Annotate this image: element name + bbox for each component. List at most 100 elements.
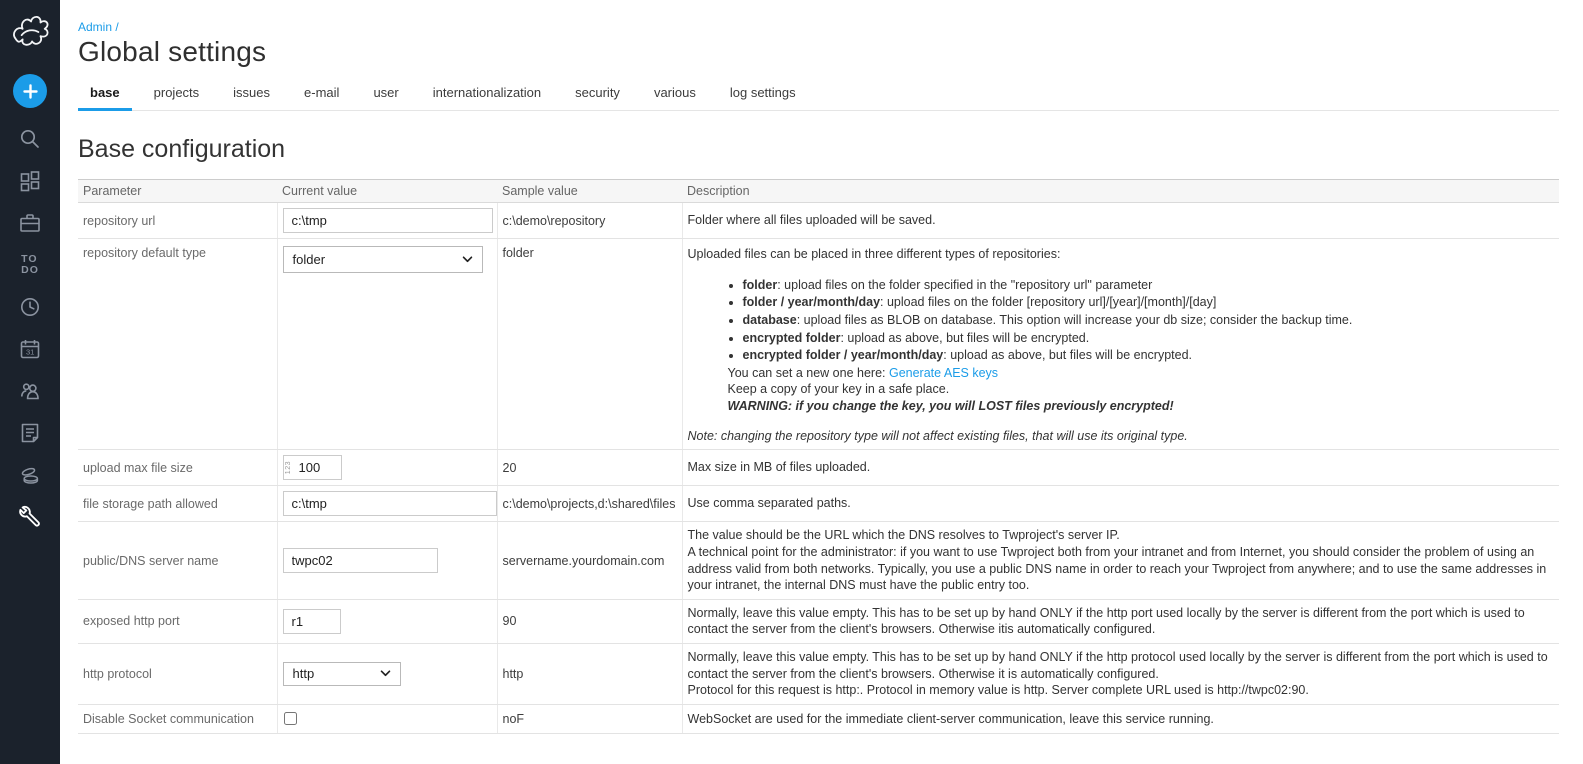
parameter-label: Disable Socket communication xyxy=(78,704,277,733)
sample-value: servername.yourdomain.com xyxy=(497,522,682,600)
current-value-cell xyxy=(277,203,497,239)
tab-base[interactable]: base xyxy=(78,78,132,111)
sidebar-item-add[interactable] xyxy=(13,74,47,108)
sample-value: noF xyxy=(497,704,682,733)
column-header: Description xyxy=(682,180,1559,203)
description-text: WebSocket are used for the immediate cli… xyxy=(688,711,1550,728)
description-text: Folder where all files uploaded will be … xyxy=(688,212,1550,229)
description-indented-lines: You can set a new one here: Generate AES… xyxy=(688,365,1550,415)
tab-projects[interactable]: projects xyxy=(142,78,212,111)
description-cell: Uploaded files can be placed in three di… xyxy=(682,239,1559,450)
value-input[interactable] xyxy=(283,609,341,634)
sidebar-item-search[interactable] xyxy=(8,124,52,154)
breadcrumb[interactable]: Admin / xyxy=(78,20,1559,34)
app-window: TODO 31 Admin / Global settings base proje… xyxy=(0,0,1583,764)
bullet-item: encrypted folder: upload as above, but f… xyxy=(743,330,1550,347)
value-select[interactable]: folder xyxy=(283,246,483,273)
current-value-cell xyxy=(277,486,497,522)
description-text: Normally, leave this value empty. This h… xyxy=(688,605,1550,638)
parameter-label: upload max file size xyxy=(78,450,277,486)
sidebar-item-wrench[interactable] xyxy=(8,502,52,532)
twproject-logo-icon[interactable] xyxy=(8,8,52,56)
value-checkbox[interactable] xyxy=(284,712,297,725)
description-text: Use comma separated paths. xyxy=(688,495,1550,512)
current-value-cell: folder xyxy=(277,239,497,450)
tab-security[interactable]: security xyxy=(563,78,632,111)
table-row: public/DNS server name servername.yourdom… xyxy=(78,522,1559,600)
tab-log-settings[interactable]: log settings xyxy=(718,78,808,111)
sample-value: c:\demo\repository xyxy=(497,203,682,239)
sample-value: folder xyxy=(497,239,682,450)
select-value: folder xyxy=(293,252,326,267)
number-input[interactable]: 123 xyxy=(283,455,342,480)
current-value-cell: 123 xyxy=(277,450,497,486)
value-input[interactable] xyxy=(283,548,438,573)
table-row: http protocolhttphttpNormally, leave thi… xyxy=(78,644,1559,705)
description-cell: The value should be the URL which the DN… xyxy=(682,522,1559,600)
column-header: Sample value xyxy=(497,180,682,203)
sidebar-item-clock[interactable] xyxy=(8,292,52,322)
bullet-item: database: upload files as BLOB on databa… xyxy=(743,312,1550,329)
current-value-cell xyxy=(277,599,497,643)
description-bullet-list: folder: upload files on the folder speci… xyxy=(688,277,1550,364)
sidebar-item-calendar[interactable]: 31 xyxy=(8,334,52,364)
parameter-label: exposed http port xyxy=(78,599,277,643)
description-cell: Folder where all files uploaded will be … xyxy=(682,203,1559,239)
tab-internationalization[interactable]: internationalization xyxy=(421,78,553,111)
description-line: Keep a copy of your key in a safe place. xyxy=(728,381,1550,398)
sample-value: c:\demo\projects,d:\shared\files xyxy=(497,486,682,522)
warning-text: WARNING: if you change the key, you will… xyxy=(728,398,1550,415)
tab-various[interactable]: various xyxy=(642,78,708,111)
main-content: Admin / Global settings base projects issu… xyxy=(60,0,1583,764)
table-row: exposed http port 90Normally, leave this … xyxy=(78,599,1559,643)
sidebar-item-coins[interactable] xyxy=(8,460,52,490)
sidebar-item-todo[interactable]: TODO xyxy=(8,250,52,280)
note-text: Note: changing the repository type will … xyxy=(688,428,1550,445)
description-cell: Use comma separated paths. xyxy=(682,486,1559,522)
value-select[interactable]: http xyxy=(283,662,401,686)
tab-user[interactable]: user xyxy=(361,78,410,111)
section-title: Base configuration xyxy=(78,135,1559,164)
bullet-item: folder / year/month/day: upload files on… xyxy=(743,294,1550,311)
page-title: Global settings xyxy=(78,36,1559,68)
current-value-cell: http xyxy=(277,644,497,705)
sample-value: 20 xyxy=(497,450,682,486)
table-row: upload max file size 123 20 Max size in MB … xyxy=(78,450,1559,486)
parameter-label: repository default type xyxy=(78,239,277,450)
description-cell: Normally, leave this value empty. This h… xyxy=(682,599,1559,643)
config-table: ParameterCurrent valueSample valueDescri… xyxy=(78,179,1559,734)
value-input[interactable] xyxy=(283,491,497,516)
generate-aes-keys-link[interactable]: Generate AES keys xyxy=(889,366,998,380)
sample-value: 90 xyxy=(497,599,682,643)
column-header: Parameter xyxy=(78,180,277,203)
sidebar: TODO 31 xyxy=(0,0,60,764)
description-cell: Max size in MB of files uploaded. xyxy=(682,450,1559,486)
chevron-down-icon xyxy=(462,256,473,263)
table-row: repository url c:\demo\repository Folder w… xyxy=(78,203,1559,239)
bullet-item: folder: upload files on the folder speci… xyxy=(743,277,1550,294)
table-row: file storage path allowed c:\demo\project… xyxy=(78,486,1559,522)
description-text: Max size in MB of files uploaded. xyxy=(688,459,1550,476)
tab-e-mail[interactable]: e-mail xyxy=(292,78,351,111)
sidebar-item-briefcase[interactable] xyxy=(8,208,52,238)
parameter-label: file storage path allowed xyxy=(78,486,277,522)
sidebar-item-people[interactable] xyxy=(8,376,52,406)
column-header: Current value xyxy=(277,180,497,203)
description-cell: WebSocket are used for the immediate cli… xyxy=(682,704,1559,733)
parameter-label: repository url xyxy=(78,203,277,239)
table-header-row: ParameterCurrent valueSample valueDescri… xyxy=(78,180,1559,203)
parameter-label: http protocol xyxy=(78,644,277,705)
sidebar-item-notes[interactable] xyxy=(8,418,52,448)
tab-issues[interactable]: issues xyxy=(221,78,282,111)
sidebar-nav: TODO 31 xyxy=(8,74,52,544)
description-line: You can set a new one here: Generate AES… xyxy=(728,365,1550,382)
description-text: Normally, leave this value empty. This h… xyxy=(688,649,1550,699)
bullet-item: encrypted folder / year/month/day: uploa… xyxy=(743,347,1550,364)
current-value-cell xyxy=(277,522,497,600)
value-input[interactable] xyxy=(283,208,493,233)
chevron-down-icon xyxy=(380,670,391,677)
sidebar-item-dashboard[interactable] xyxy=(8,166,52,196)
select-value: http xyxy=(293,666,315,681)
parameter-label: public/DNS server name xyxy=(78,522,277,600)
numeric-badge-icon: 123 xyxy=(284,461,295,474)
